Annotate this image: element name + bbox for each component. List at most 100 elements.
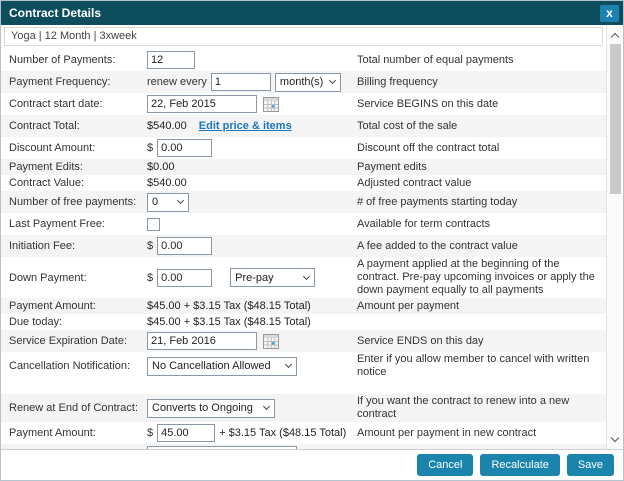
field-label: Payment Frequency: [1, 76, 147, 88]
down-payment-input[interactable] [157, 269, 212, 287]
field-label: Service Expiration Date: [1, 335, 147, 347]
number-of-payments-input[interactable] [147, 51, 195, 69]
field-label: Down Payment: [1, 272, 147, 284]
row-initiation-fee: Initiation Fee: $ A fee added to the con… [1, 235, 606, 257]
form-rows: Number of Payments: Total number of equa… [1, 46, 606, 449]
field-label: Contract Total: [1, 120, 147, 132]
row-discount-amount: Discount Amount: $ Discount off the cont… [1, 137, 606, 159]
field-label: Number of free payments: [1, 196, 147, 208]
row-due-today: Due today: $45.00 + $3.15 Tax ($48.15 To… [1, 314, 606, 330]
field-label: Renew at End of Contract: [1, 402, 147, 414]
row-number-of-payments: Number of Payments: Total number of equa… [1, 49, 606, 71]
row-down-payment: Down Payment: $ Pre-pay A payment applie… [1, 257, 606, 298]
contract-details-dialog: Contract Details x Yoga | 12 Month | 3xw… [0, 0, 624, 481]
close-button[interactable]: x [600, 5, 619, 22]
down-payment-mode-select[interactable]: Pre-pay [230, 268, 315, 287]
field-description: Payment edits [357, 161, 606, 174]
field-description: Available for term contracts [357, 218, 606, 231]
field-label: Last Payment Free: [1, 218, 147, 230]
dialog-title: Contract Details [9, 6, 101, 20]
scroll-up-button[interactable] [608, 28, 623, 42]
row-payment-edits: Payment Edits: $0.00 Payment edits [1, 159, 606, 175]
field-description: If you want the contract to renew into a… [357, 395, 606, 421]
chevron-down-icon [285, 361, 292, 368]
vertical-scrollbar[interactable] [606, 25, 623, 449]
chevron-down-icon [611, 434, 619, 442]
payment-amount-value: $45.00 + $3.15 Tax ($48.15 Total) [147, 300, 311, 312]
currency-prefix: $ [147, 427, 153, 439]
dialog-footer: Cancel Recalculate Save [1, 449, 623, 480]
field-description: Enter if you allow member to cancel with… [357, 353, 606, 379]
section-gap [1, 380, 606, 394]
currency-prefix: $ [147, 272, 153, 284]
cancellation-notification-select[interactable]: No Cancellation Allowed [147, 357, 297, 376]
edit-price-items-link[interactable]: Edit price & items [199, 120, 292, 132]
breadcrumb: Yoga | 12 Month | 3xweek [4, 27, 603, 46]
row-payment-amount: Payment Amount: $45.00 + $3.15 Tax ($48.… [1, 298, 606, 314]
last-payment-free-checkbox[interactable] [147, 218, 160, 231]
field-description: Service BEGINS on this date [357, 98, 606, 111]
service-expiration-date-input[interactable] [147, 332, 257, 350]
field-description: A fee added to the contract value [357, 240, 606, 253]
row-contract-value: Contract Value: $540.00 Adjusted contrac… [1, 175, 606, 191]
row-payment-frequency: Payment Frequency: renew every month(s) … [1, 71, 606, 93]
renew-at-end-select[interactable]: Converts to Ongoing [147, 399, 275, 418]
contract-start-date-input[interactable] [147, 95, 257, 113]
field-description: Total cost of the sale [357, 120, 606, 133]
renewal-payment-amount-input[interactable] [157, 424, 215, 442]
renewal-tax-text: + $3.15 Tax ($48.15 Total) [219, 427, 346, 439]
row-last-payment-free: Last Payment Free: Available for term co… [1, 213, 606, 235]
scrollbar-track[interactable] [608, 42, 623, 432]
field-description: # of free payments starting today [357, 196, 606, 209]
field-description: Total number of equal payments [357, 54, 606, 67]
field-label: Payment Amount: [1, 427, 147, 439]
form-content: Yoga | 12 Month | 3xweek Number of Payme… [1, 25, 606, 449]
payment-edits-value: $0.00 [147, 161, 175, 173]
row-renewal-payment-amount: Payment Amount: $ + $3.15 Tax ($48.15 To… [1, 422, 606, 444]
free-payments-select[interactable]: 0 [147, 193, 189, 212]
payment-frequency-unit-select[interactable]: month(s) [275, 73, 341, 92]
service-expiration-calendar-icon[interactable] [263, 334, 279, 349]
chevron-down-icon [177, 197, 184, 204]
initiation-fee-input[interactable] [157, 237, 212, 255]
payment-frequency-value-input[interactable] [211, 73, 271, 91]
cancel-button[interactable]: Cancel [417, 454, 473, 476]
field-label: Discount Amount: [1, 142, 147, 154]
field-label: Initiation Fee: [1, 240, 147, 252]
field-label: Due today: [1, 316, 147, 328]
contract-value-value: $540.00 [147, 177, 187, 189]
row-contract-start-date: Contract start date: Service BEGINS on t… [1, 93, 606, 115]
chevron-up-icon [611, 32, 619, 40]
discount-amount-input[interactable] [157, 139, 212, 157]
currency-prefix: $ [147, 142, 153, 154]
field-description: Billing frequency [357, 76, 606, 89]
field-description: A payment applied at the beginning of th… [357, 258, 606, 297]
field-description: Amount per payment in new contract [357, 427, 606, 440]
row-contract-total: Contract Total: $540.00 Edit price & ite… [1, 115, 606, 137]
field-label: Cancellation Notification: [1, 360, 147, 372]
recalculate-button[interactable]: Recalculate [480, 454, 559, 476]
field-label: Payment Amount: [1, 300, 147, 312]
dialog-header: Contract Details x [1, 1, 623, 25]
chevron-down-icon [263, 403, 270, 410]
renew-every-text: renew every [147, 76, 207, 88]
currency-prefix: $ [147, 240, 153, 252]
field-description: Amount per payment [357, 300, 606, 313]
row-renew-at-end: Renew at End of Contract: Converts to On… [1, 394, 606, 422]
contract-total-value: $540.00 [147, 120, 187, 132]
row-service-expiration-date: Service Expiration Date: Service ENDS on… [1, 330, 606, 352]
field-description: Service ENDS on this day [357, 335, 606, 348]
scroll-down-button[interactable] [608, 432, 623, 446]
row-free-payments: Number of free payments: 0 # of free pay… [1, 191, 606, 213]
chevron-down-icon [303, 272, 310, 279]
close-icon: x [606, 7, 613, 19]
save-button[interactable]: Save [567, 454, 614, 476]
contract-start-date-calendar-icon[interactable] [263, 97, 279, 112]
field-label: Contract start date: [1, 98, 147, 110]
chevron-down-icon [329, 77, 336, 84]
row-cancellation-notification: Cancellation Notification: No Cancellati… [1, 352, 606, 380]
scrollbar-thumb[interactable] [610, 44, 621, 194]
field-label: Contract Value: [1, 177, 147, 189]
field-label: Payment Edits: [1, 161, 147, 173]
dialog-body: Yoga | 12 Month | 3xweek Number of Payme… [1, 25, 623, 449]
